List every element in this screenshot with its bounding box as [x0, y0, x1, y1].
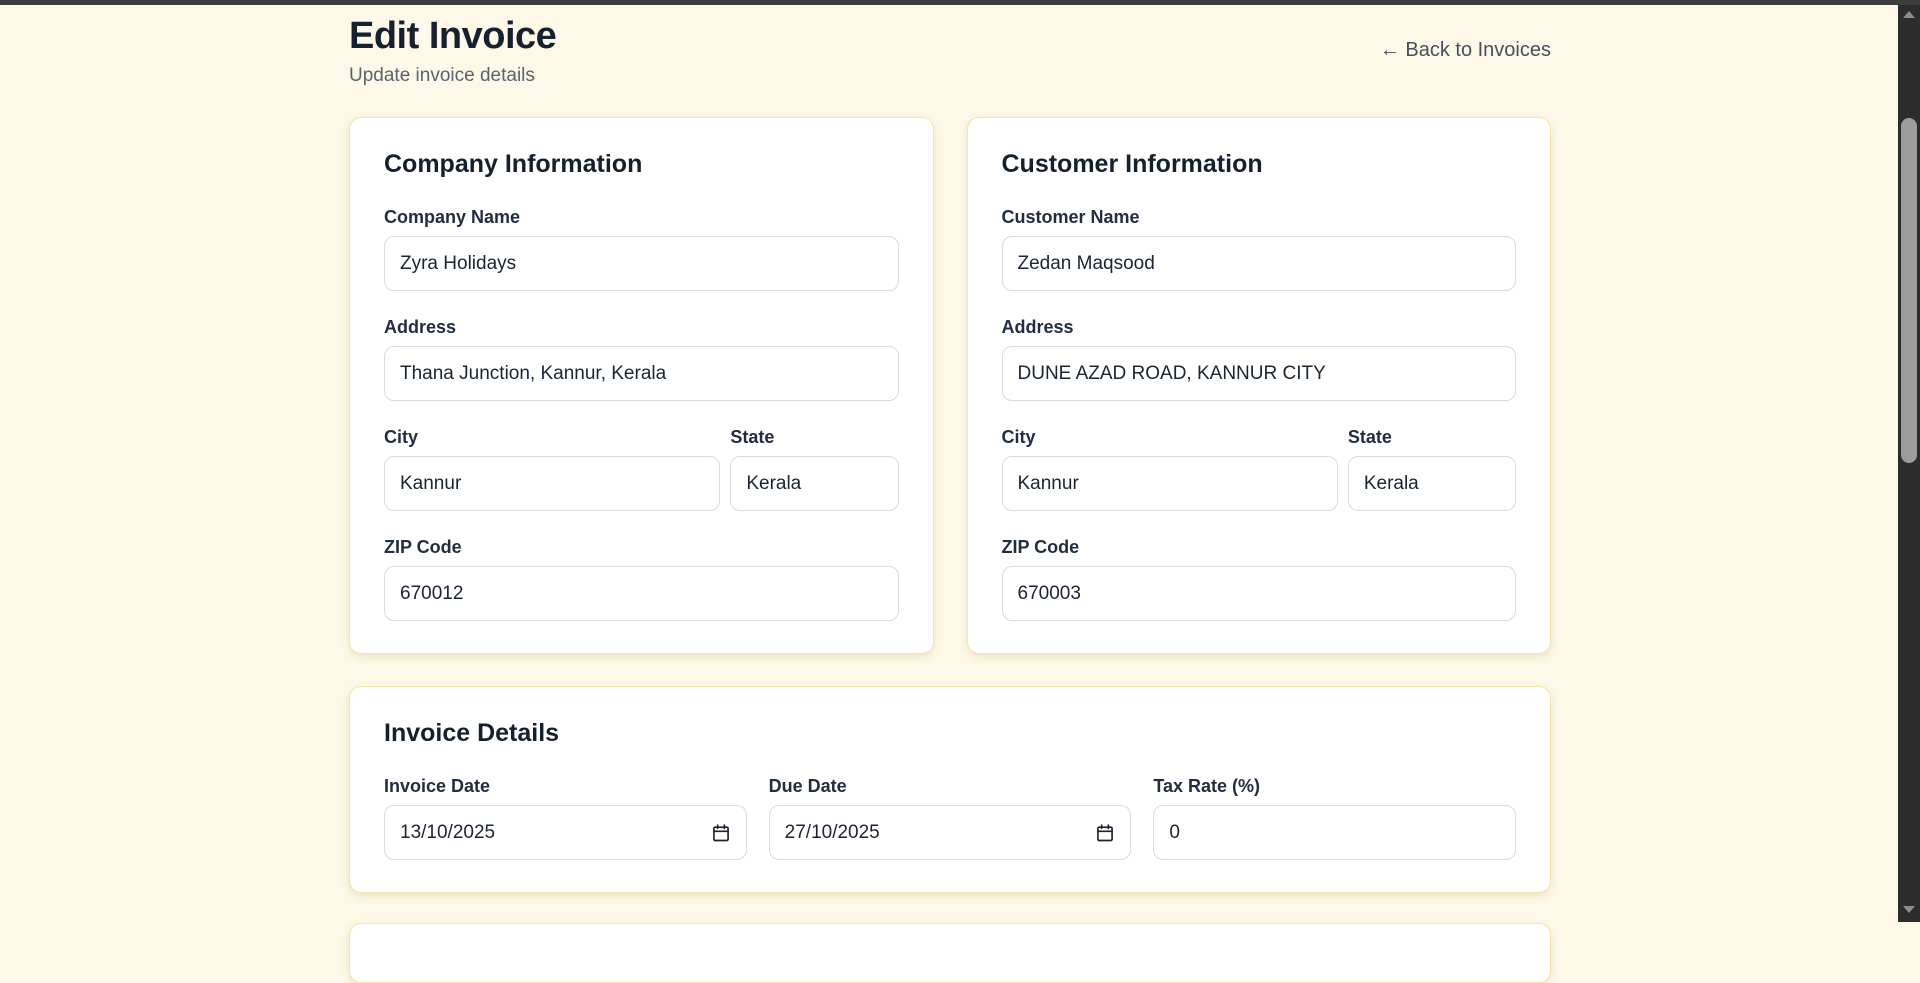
company-state-field: State [730, 427, 898, 511]
customer-city-state-row: City State [1002, 427, 1517, 511]
company-address-input[interactable] [384, 346, 899, 401]
customer-address-input[interactable] [1002, 346, 1517, 401]
scroll-down-arrow-icon[interactable] [1903, 906, 1915, 913]
company-card-heading: Company Information [384, 150, 899, 179]
scrollbar-thumb[interactable] [1901, 118, 1917, 463]
due-date-wrapper [769, 805, 1132, 860]
company-city-state-row: City State [384, 427, 899, 511]
company-city-input[interactable] [384, 456, 720, 511]
company-zip-field: ZIP Code [384, 537, 899, 621]
customer-state-field: State [1348, 427, 1516, 511]
customer-name-input[interactable] [1002, 236, 1517, 291]
customer-name-field: Customer Name [1002, 207, 1517, 291]
customer-city-label: City [1002, 427, 1338, 448]
company-city-label: City [384, 427, 720, 448]
due-date-label: Due Date [769, 776, 1132, 797]
edit-invoice-page: Edit Invoice Update invoice details ← Ba… [349, 5, 1551, 983]
customer-city-input[interactable] [1002, 456, 1338, 511]
customer-name-label: Customer Name [1002, 207, 1517, 228]
customer-zip-label: ZIP Code [1002, 537, 1517, 558]
back-to-invoices-link[interactable]: ← Back to Invoices [1380, 39, 1551, 62]
tax-rate-field: Tax Rate (%) [1153, 776, 1516, 860]
company-city-field: City [384, 427, 720, 511]
customer-city-field: City [1002, 427, 1338, 511]
invoice-date-field: Invoice Date [384, 776, 747, 860]
company-information-card: Company Information Company Name Address… [349, 117, 934, 654]
page-header: Edit Invoice Update invoice details ← Ba… [349, 5, 1551, 87]
page-subtitle: Update invoice details [349, 65, 1551, 87]
company-name-label: Company Name [384, 207, 899, 228]
vertical-scrollbar[interactable] [1898, 0, 1920, 922]
invoice-date-label: Invoice Date [384, 776, 747, 797]
customer-address-field: Address [1002, 317, 1517, 401]
company-state-label: State [730, 427, 898, 448]
customer-state-input[interactable] [1348, 456, 1516, 511]
invoice-date-wrapper [384, 805, 747, 860]
company-name-field: Company Name [384, 207, 899, 291]
company-address-label: Address [384, 317, 899, 338]
customer-zip-field: ZIP Code [1002, 537, 1517, 621]
invoice-card-heading: Invoice Details [384, 719, 1516, 748]
info-cards-row: Company Information Company Name Address… [349, 117, 1551, 654]
customer-state-label: State [1348, 427, 1516, 448]
company-zip-input[interactable] [384, 566, 899, 621]
customer-information-card: Customer Information Customer Name Addre… [967, 117, 1552, 654]
company-name-input[interactable] [384, 236, 899, 291]
due-date-field: Due Date [769, 776, 1132, 860]
next-section-card [349, 923, 1551, 983]
invoice-fields-row: Invoice Date Due Date [384, 776, 1516, 860]
tax-rate-input[interactable] [1153, 805, 1516, 860]
invoice-details-card: Invoice Details Invoice Date Due Date [349, 686, 1551, 893]
due-date-input[interactable] [769, 805, 1132, 860]
browser-top-strip [0, 0, 1920, 5]
customer-card-heading: Customer Information [1002, 150, 1517, 179]
scroll-up-arrow-icon[interactable] [1903, 11, 1915, 18]
company-zip-label: ZIP Code [384, 537, 899, 558]
customer-zip-input[interactable] [1002, 566, 1517, 621]
tax-rate-label: Tax Rate (%) [1153, 776, 1516, 797]
company-state-input[interactable] [730, 456, 898, 511]
customer-address-label: Address [1002, 317, 1517, 338]
company-address-field: Address [384, 317, 899, 401]
invoice-date-input[interactable] [384, 805, 747, 860]
page-title: Edit Invoice [349, 15, 1551, 58]
